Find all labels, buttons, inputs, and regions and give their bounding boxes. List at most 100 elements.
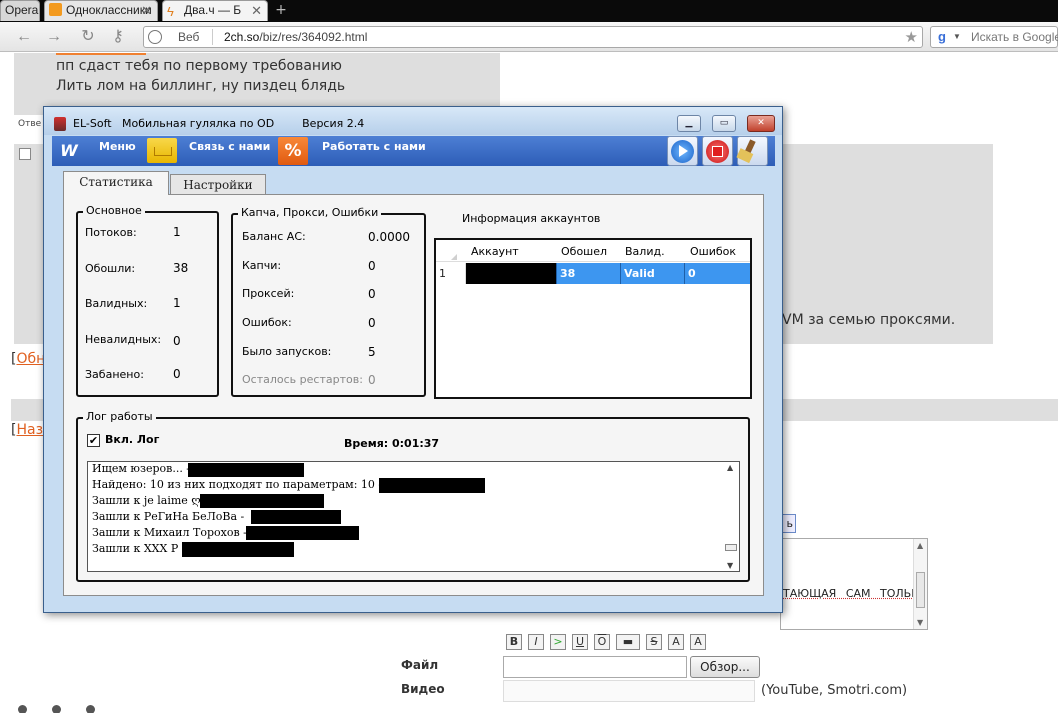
app-title: EL-Soft Мобильная гулялка по OD Версия 2… bbox=[73, 117, 365, 130]
app-titlebar[interactable]: EL-Soft Мобильная гулялка по OD Версия 2… bbox=[44, 107, 782, 135]
quote-button[interactable]: > bbox=[550, 634, 566, 650]
basic-group: Основное Потоков: 1 Обошли: 38 Валидных:… bbox=[76, 204, 219, 397]
key-icon[interactable]: ⚷ bbox=[108, 27, 128, 47]
reply-label: Отве bbox=[18, 119, 42, 129]
close-icon[interactable]: ✕ bbox=[251, 1, 262, 20]
broom-icon bbox=[744, 139, 756, 155]
back-link-wrapper: [Наз bbox=[11, 422, 44, 438]
app-window: EL-Soft Мобильная гулялка по OD Версия 2… bbox=[43, 106, 783, 613]
scroll-thumb[interactable] bbox=[916, 572, 925, 608]
proxies-label: Проксей: bbox=[242, 287, 295, 300]
close-button[interactable]: ✕ bbox=[747, 115, 775, 132]
log-line: Найдено: 10 из них подходят по параметра… bbox=[92, 478, 383, 491]
restarts-value: 0 bbox=[368, 373, 376, 387]
superscript-button[interactable]: A bbox=[690, 634, 706, 650]
sort-corner-icon bbox=[451, 254, 457, 260]
mail-icon[interactable] bbox=[147, 138, 177, 163]
captcha-group: Капча, Прокси, Ошибки Баланс АС: 0.0000 … bbox=[231, 206, 426, 397]
redacted-block bbox=[246, 526, 359, 540]
percent-icon[interactable]: % bbox=[278, 137, 308, 165]
search-placeholder: Искать в Google bbox=[971, 30, 1058, 44]
threads-value: 1 bbox=[173, 225, 181, 239]
speed-icon[interactable] bbox=[86, 705, 95, 713]
clear-button[interactable] bbox=[737, 136, 768, 166]
log-line: Ищем юзеров... - bbox=[92, 462, 191, 475]
tab-dvach[interactable]: ϟ Два.ч — Б ✕ bbox=[162, 0, 268, 21]
tab-opera[interactable]: Opera bbox=[0, 0, 40, 21]
log-enable-label: Вкл. Лог bbox=[105, 433, 160, 446]
textarea-scrollbar[interactable]: ▲ ▼ bbox=[913, 539, 927, 629]
captchas-label: Капчи: bbox=[242, 259, 282, 272]
forward-arrow-icon[interactable]: → bbox=[44, 27, 64, 47]
home-icon[interactable] bbox=[18, 705, 27, 713]
column-visited[interactable]: Обошел bbox=[561, 245, 607, 258]
update-link[interactable]: Обн bbox=[16, 351, 45, 367]
cell-divider bbox=[684, 263, 685, 284]
scroll-thumb[interactable] bbox=[725, 544, 737, 551]
table-row[interactable]: 1 38 Valid 0 bbox=[436, 263, 750, 284]
address-field[interactable]: Веб 2ch.so/biz/res/364092.html ★ bbox=[143, 26, 923, 48]
close-icon[interactable]: ✕ bbox=[141, 1, 152, 20]
proxies-value: 0 bbox=[368, 287, 376, 301]
new-tab-button[interactable]: + bbox=[272, 2, 290, 19]
visited-label: Обошли: bbox=[85, 262, 136, 275]
video-label: Видео bbox=[401, 682, 445, 696]
file-input[interactable] bbox=[503, 656, 687, 678]
accounts-table[interactable]: Аккаунт Обошел Валид. Ошибок 1 38 Valid … bbox=[434, 238, 752, 399]
spoiler-button[interactable]: ▬ bbox=[616, 634, 640, 650]
captchas-value: 0 bbox=[368, 259, 376, 273]
bookmark-star-icon[interactable]: ★ bbox=[905, 28, 918, 46]
scroll-down-icon[interactable]: ▼ bbox=[727, 561, 733, 570]
tab-statistics[interactable]: Статистика bbox=[63, 171, 169, 195]
statistics-panel: Основное Потоков: 1 Обошли: 38 Валидных:… bbox=[63, 194, 764, 596]
redacted-block bbox=[200, 494, 324, 508]
stop-icon bbox=[706, 140, 729, 163]
address-host: 2ch.so bbox=[224, 30, 260, 44]
post-accent bbox=[56, 53, 146, 55]
column-errors[interactable]: Ошибок bbox=[690, 245, 736, 258]
file-label: Файл bbox=[401, 658, 439, 672]
strike-button[interactable]: S bbox=[646, 634, 662, 650]
post-text: VM за семью проксями. bbox=[782, 312, 956, 328]
column-account[interactable]: Аккаунт bbox=[471, 245, 519, 258]
scroll-up-icon[interactable]: ▲ bbox=[917, 541, 923, 550]
redacted-block bbox=[379, 478, 485, 493]
log-scrollbar[interactable]: ▲ ▼ bbox=[723, 462, 739, 571]
google-icon[interactable]: g bbox=[934, 29, 950, 45]
bold-button[interactable]: B bbox=[506, 634, 522, 650]
start-button[interactable] bbox=[667, 136, 698, 166]
maximize-button[interactable]: ▭ bbox=[712, 115, 736, 132]
column-valid[interactable]: Валид. bbox=[625, 245, 665, 258]
tools-icon[interactable] bbox=[52, 705, 61, 713]
scroll-down-icon[interactable]: ▼ bbox=[917, 618, 923, 627]
contact-button[interactable]: Связь с нами bbox=[189, 140, 270, 153]
video-input[interactable] bbox=[503, 680, 755, 702]
comment-textarea[interactable]: ТАЮЩАЯ САМ ТОЛЬКО ▲ ▼ bbox=[780, 538, 928, 630]
tab-odnoklassniki[interactable]: Одноклассники ✕ bbox=[44, 0, 158, 21]
italic-button[interactable]: I bbox=[528, 634, 544, 650]
work-with-us-button[interactable]: Работать с нами bbox=[322, 140, 426, 153]
scroll-up-icon[interactable]: ▲ bbox=[727, 463, 733, 472]
back-arrow-icon[interactable]: ← bbox=[14, 27, 34, 47]
invalid-value: 0 bbox=[173, 334, 181, 348]
cell-divider bbox=[620, 263, 621, 284]
menu-button[interactable]: Меню bbox=[99, 140, 136, 153]
subscript-button[interactable]: A bbox=[668, 634, 684, 650]
menu-logo-icon[interactable]: W bbox=[56, 140, 82, 162]
browse-button[interactable]: Обзор... bbox=[690, 656, 760, 678]
tab-settings[interactable]: Настройки bbox=[170, 174, 266, 195]
underline-button[interactable]: U bbox=[572, 634, 588, 650]
threads-label: Потоков: bbox=[85, 226, 137, 239]
post-checkbox[interactable] bbox=[19, 148, 31, 160]
search-field[interactable]: g ▼ Искать в Google bbox=[930, 26, 1058, 48]
chevron-down-icon[interactable]: ▼ bbox=[953, 32, 961, 41]
reload-icon[interactable]: ↻ bbox=[78, 27, 98, 47]
minimize-button[interactable]: ▁ bbox=[677, 115, 701, 132]
back-link[interactable]: Наз bbox=[16, 422, 43, 438]
lightning-icon: ϟ bbox=[167, 4, 174, 19]
log-enable-checkbox[interactable]: ✔ bbox=[87, 434, 100, 447]
stop-button[interactable] bbox=[702, 136, 733, 166]
banned-label: Забанено: bbox=[85, 368, 144, 381]
overline-button[interactable]: O bbox=[594, 634, 610, 650]
log-textbox[interactable]: Ищем юзеров... - Найдено: 10 из них подх… bbox=[87, 461, 740, 572]
